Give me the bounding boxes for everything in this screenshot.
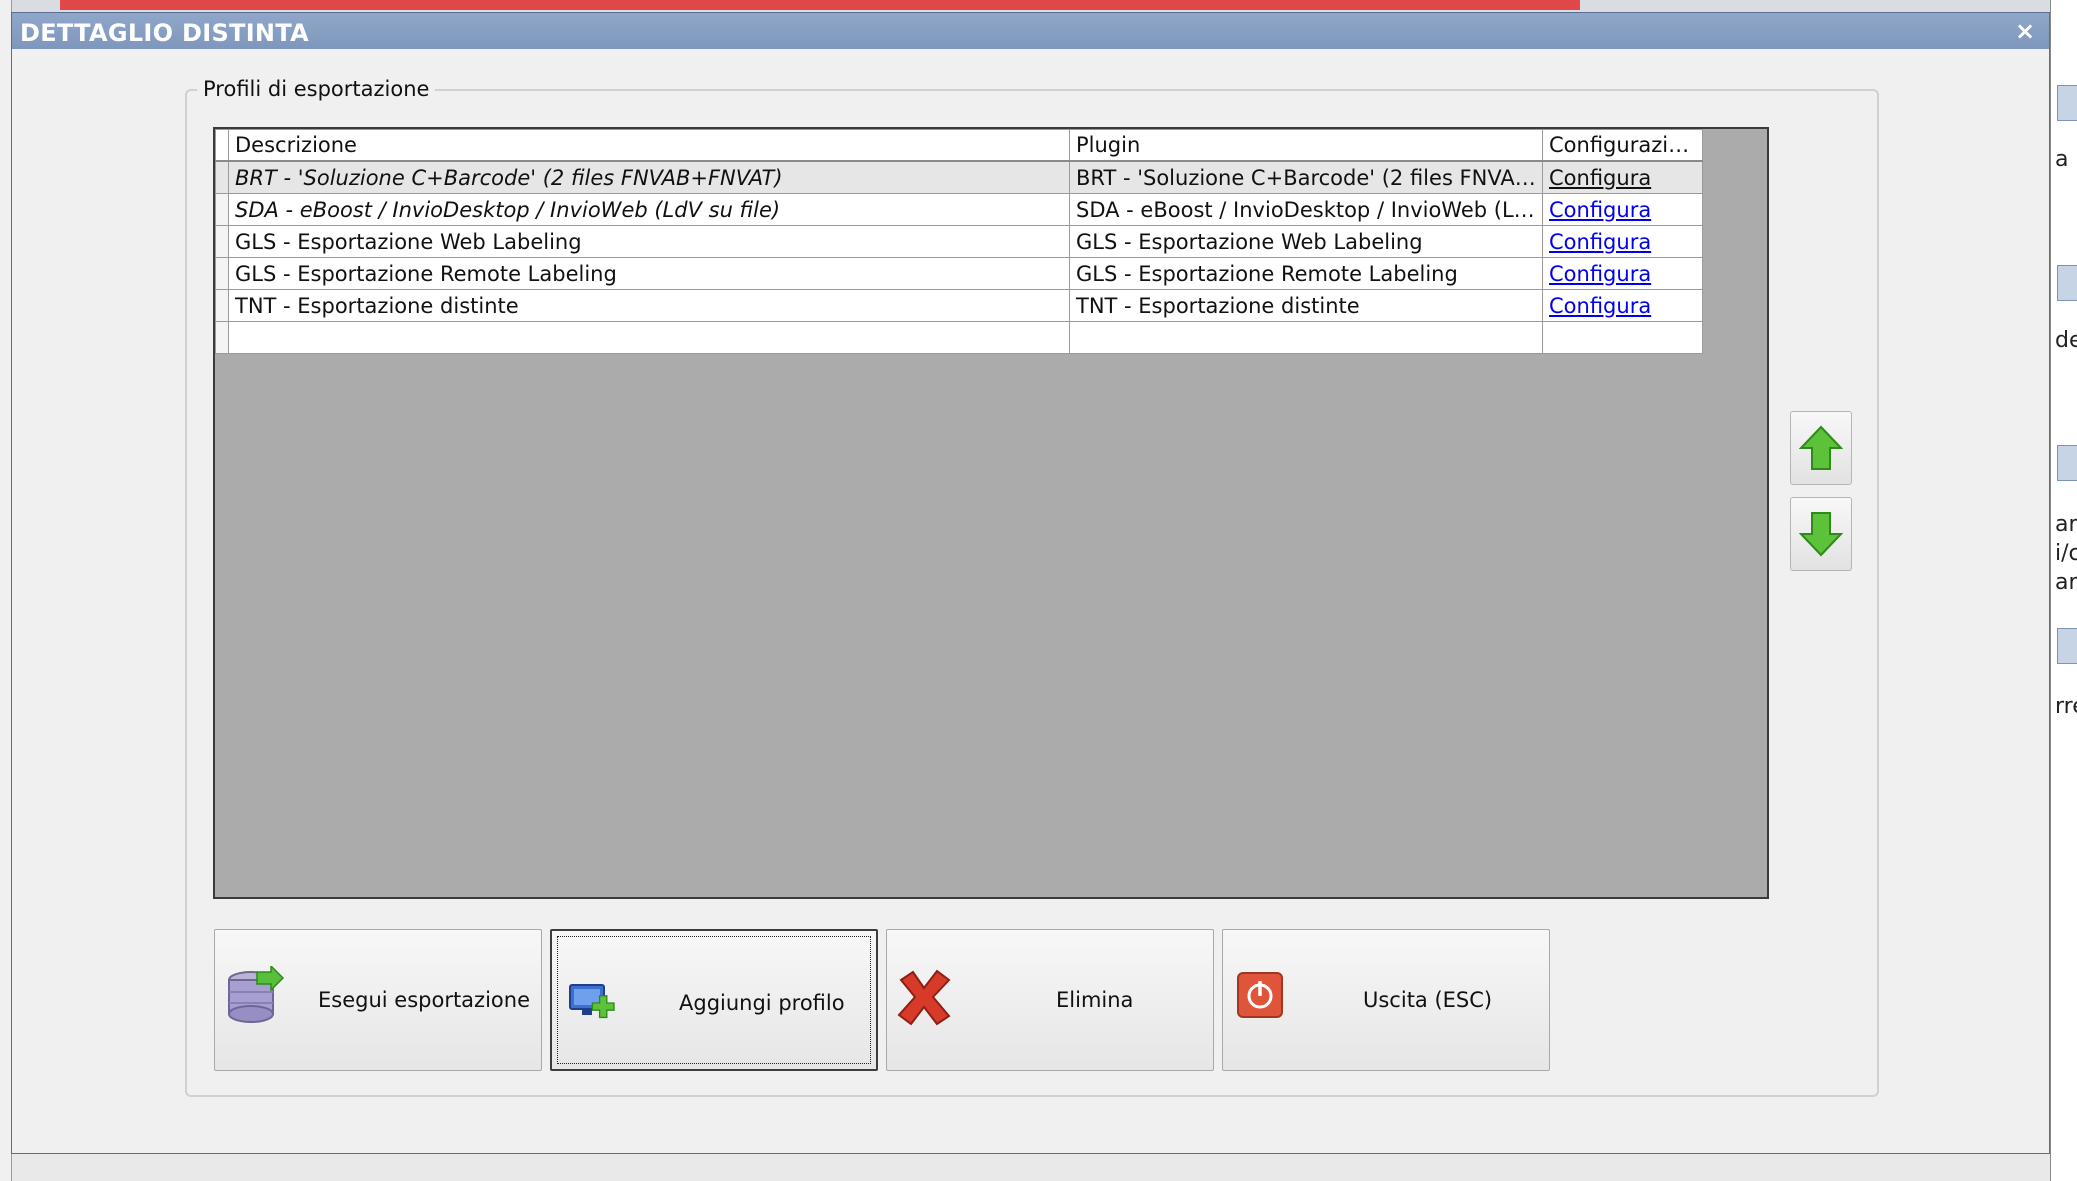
background-text: del bbox=[2055, 328, 2077, 353]
background-text: am bbox=[2055, 512, 2077, 537]
arrow-down-icon bbox=[1799, 512, 1843, 557]
export-button[interactable]: Esegui esportazione bbox=[214, 929, 542, 1071]
add-profile-button[interactable]: Aggiungi profilo bbox=[550, 929, 878, 1071]
table-header: Descrizione Plugin Configurazione bbox=[215, 129, 1703, 162]
table-row[interactable]: SDA - eBoost / InvioDesktop / InvioWeb (… bbox=[215, 193, 1703, 226]
cell-descrizione[interactable]: TNT - Esportazione distinte bbox=[228, 289, 1070, 322]
export-profiles-group: Profili di esportazione Descrizione Plug… bbox=[185, 77, 1879, 1097]
row-selector[interactable] bbox=[215, 289, 229, 322]
cell-descrizione[interactable]: GLS - Esportazione Web Labeling bbox=[228, 225, 1070, 258]
exit-button-label: Uscita (ESC) bbox=[1363, 988, 1493, 1012]
dettaglio-distinta-dialog: DETTAGLIO DISTINTA × Profili di esportaz… bbox=[11, 12, 2050, 1154]
table-row[interactable]: GLS - Esportazione Remote Labeling GLS -… bbox=[215, 257, 1703, 290]
export-button-label: Esegui esportazione bbox=[318, 988, 530, 1012]
power-icon bbox=[1237, 972, 1283, 1018]
delete-button[interactable]: Elimina bbox=[886, 929, 1214, 1071]
row-selector[interactable] bbox=[215, 257, 229, 290]
column-header-descrizione[interactable]: Descrizione bbox=[228, 129, 1070, 162]
cell-configurazione: Configura bbox=[1542, 193, 1703, 226]
background-grid-icon bbox=[2057, 445, 2077, 481]
background-app-right-edge: a del am i/c arr rre bbox=[2050, 0, 2077, 1181]
add-profile-icon bbox=[569, 984, 615, 1019]
cell-descrizione[interactable]: BRT - 'Soluzione C+Barcode' (2 files FNV… bbox=[228, 160, 1070, 194]
add-profile-button-label: Aggiungi profilo bbox=[679, 991, 845, 1015]
column-header-configurazione[interactable]: Configurazione bbox=[1542, 129, 1703, 162]
cell-configurazione[interactable] bbox=[1542, 321, 1703, 354]
configura-link[interactable]: Configura bbox=[1549, 198, 1651, 222]
background-text: arr bbox=[2055, 570, 2077, 595]
background-grid-icon bbox=[2057, 265, 2077, 301]
row-selector[interactable] bbox=[215, 225, 229, 258]
move-down-button[interactable] bbox=[1790, 497, 1852, 571]
table-row[interactable]: GLS - Esportazione Web Labeling GLS - Es… bbox=[215, 225, 1703, 258]
cell-plugin[interactable]: GLS - Esportazione Web Labeling bbox=[1069, 225, 1543, 258]
background-text: i/c bbox=[2055, 541, 2077, 566]
cell-plugin[interactable]: GLS - Esportazione Remote Labeling bbox=[1069, 257, 1543, 290]
configura-link[interactable]: Configura bbox=[1549, 230, 1651, 254]
cell-plugin[interactable]: SDA - eBoost / InvioDesktop / InvioWeb (… bbox=[1069, 193, 1543, 226]
table-row[interactable]: TNT - Esportazione distinte TNT - Esport… bbox=[215, 289, 1703, 322]
cell-descrizione[interactable]: GLS - Esportazione Remote Labeling bbox=[228, 257, 1070, 290]
cell-configurazione: Configura bbox=[1542, 289, 1703, 322]
profiles-grid[interactable]: Descrizione Plugin Configurazione BRT - … bbox=[213, 127, 1769, 899]
cell-configurazione: Configura bbox=[1542, 225, 1703, 258]
delete-x-icon bbox=[897, 969, 951, 1026]
cell-configurazione: Configura bbox=[1542, 160, 1703, 194]
exit-button[interactable]: Uscita (ESC) bbox=[1222, 929, 1550, 1071]
row-selector[interactable] bbox=[215, 193, 229, 226]
arrow-up-icon bbox=[1799, 425, 1843, 470]
background-app-banner bbox=[60, 0, 1580, 10]
configura-link[interactable]: Configura bbox=[1549, 294, 1651, 318]
table-row-new[interactable] bbox=[215, 321, 1703, 354]
cell-descrizione[interactable]: SDA - eBoost / InvioDesktop / InvioWeb (… bbox=[228, 193, 1070, 226]
row-selector[interactable] bbox=[215, 321, 229, 354]
cell-plugin[interactable]: BRT - 'Soluzione C+Barcode' (2 files FNV… bbox=[1069, 160, 1543, 194]
background-text: rre bbox=[2055, 694, 2077, 719]
database-export-icon bbox=[228, 966, 285, 1023]
background-grid-icon bbox=[2057, 85, 2077, 121]
cell-descrizione[interactable] bbox=[228, 321, 1070, 354]
background-printer-icon bbox=[2057, 628, 2077, 664]
column-header-plugin[interactable]: Plugin bbox=[1069, 129, 1543, 162]
configura-link[interactable]: Configura bbox=[1549, 262, 1651, 286]
close-button[interactable]: × bbox=[2011, 17, 2039, 45]
cell-plugin[interactable]: TNT - Esportazione distinte bbox=[1069, 289, 1543, 322]
dialog-titlebar[interactable]: DETTAGLIO DISTINTA × bbox=[12, 13, 2049, 49]
move-up-button[interactable] bbox=[1790, 411, 1852, 485]
configura-link[interactable]: Configura bbox=[1549, 166, 1651, 190]
table-row[interactable]: BRT - 'Soluzione C+Barcode' (2 files FNV… bbox=[215, 160, 1703, 194]
cell-configurazione: Configura bbox=[1542, 257, 1703, 290]
dialog-title: DETTAGLIO DISTINTA bbox=[20, 19, 310, 47]
profiles-table: Descrizione Plugin Configurazione BRT - … bbox=[215, 129, 1703, 354]
background-text: a bbox=[2055, 147, 2069, 172]
group-legend: Profili di esportazione bbox=[197, 77, 436, 101]
row-selector[interactable] bbox=[215, 160, 229, 194]
cell-plugin[interactable] bbox=[1069, 321, 1543, 354]
delete-button-label: Elimina bbox=[1056, 988, 1134, 1012]
row-selector-header bbox=[215, 129, 229, 162]
